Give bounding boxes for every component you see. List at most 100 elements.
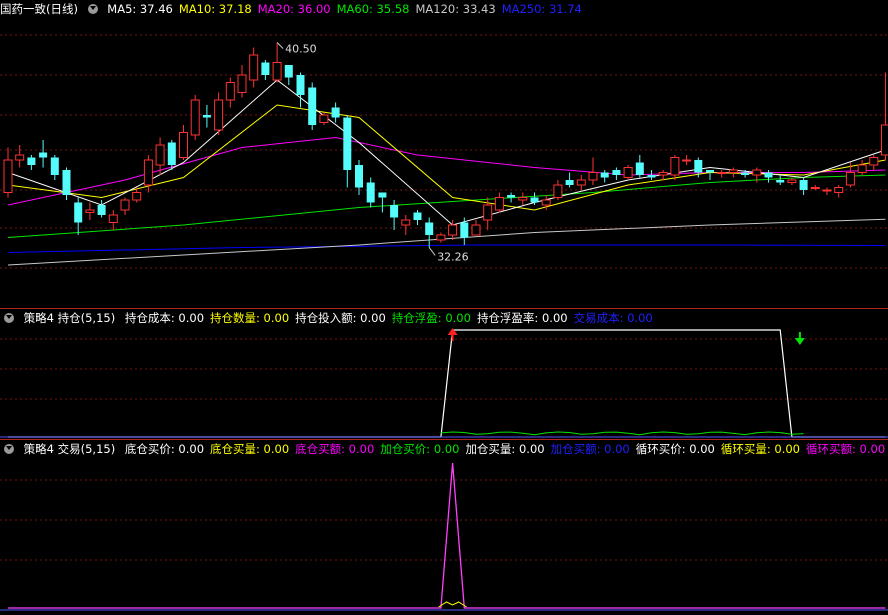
candle [308,82,317,130]
legend-item: 加仓买价: 0.00 [380,442,460,456]
candle [319,112,329,125]
candle-body [810,187,820,189]
candle-body [448,224,458,236]
low-marker [428,247,436,256]
candle-body [787,179,797,183]
candle [647,170,656,180]
candle-body [237,74,247,93]
candle [471,220,481,236]
legend-item: 循环买价: 0.00 [635,442,715,456]
candle-body [284,65,293,78]
candle [658,170,668,180]
candle-body [39,152,48,158]
candle-body [600,172,609,178]
candle [15,145,25,168]
main-price-panel[interactable]: 国药一致(日线) MA5: 37.46 MA10: 37.18 MA20: 36.0… [0,0,888,308]
candle [214,92,224,135]
candle-body [471,224,481,236]
candle-body [214,99,224,131]
candle-body [764,172,773,178]
candle [425,217,434,248]
candle [869,155,879,170]
candle-body [647,175,656,178]
candle-body [225,82,235,101]
candle [600,170,609,183]
position-chart[interactable] [0,309,888,439]
candle-body [494,197,504,211]
trade-legend: 底仓买价: 0.00 底仓买量: 0.00 底仓买额: 0.00 加仓买价: 0.00… [125,442,888,456]
panel-settings-icon[interactable] [87,4,98,14]
legend-item: MA20: 36.00 [257,2,331,16]
candle [27,155,36,170]
candle-body [331,107,340,118]
legend-item: 底仓买额: 0.00 [295,442,375,456]
candle-body [635,162,644,175]
candle [623,165,633,180]
candle-body [143,159,153,186]
candle-body [507,195,516,198]
legend-item: 底仓买价: 0.00 [124,442,205,456]
panel-settings-icon[interactable] [4,313,14,323]
candle [401,215,411,235]
candle [366,177,375,208]
legend-item: MA250: 31.74 [501,2,582,16]
candle [576,175,586,190]
candle-body [670,157,680,176]
candle [588,157,598,185]
candle-body [155,144,165,166]
candle [390,200,399,230]
candle-body [857,164,867,173]
main-title: 国药一致(日线) [0,2,78,16]
trade-title: 策略4 交易(5,15) [23,442,116,456]
candle-body [85,209,95,213]
candle-body [296,75,305,95]
candle [436,232,446,243]
candle-body [97,205,106,215]
candle-body [565,180,574,185]
candle [565,172,574,188]
legend-item: 持仓投入额: 0.00 [295,311,386,325]
candle-body [799,180,808,190]
candle [706,170,714,180]
candle-body [752,169,762,176]
candle-body [261,62,270,75]
candle-body [355,165,363,188]
candle-body [62,170,71,195]
candle [249,47,259,88]
candle-body [308,87,317,125]
trade-spike-line [8,462,886,609]
trade-chart[interactable] [0,440,888,615]
candle-body [413,212,422,220]
high-price-label: 40.50 [285,43,317,56]
candle-body [741,172,750,175]
trade-panel[interactable]: 策略4 交易(5,15) 底仓买价: 0.00 底仓买量: 0.00 底仓买额: 0… [0,440,888,615]
position-panel[interactable]: 策略4 持仓(5,15) 持仓成本: 0.00 持仓数量: 0.00 持仓投入额: … [0,309,888,439]
candle [612,167,621,180]
candle-body [343,117,352,170]
legend-item: MA10: 37.18 [178,2,252,16]
legend-item: 循环买额: 0.00 [806,442,886,456]
position-panel-header: 策略4 持仓(5,15) 持仓成本: 0.00 持仓数量: 0.00 持仓投入额: … [0,309,888,327]
panel-settings-icon[interactable] [4,444,14,454]
candle-body [401,219,411,226]
candle [261,60,270,80]
legend-item: MA5: 37.46 [107,2,173,16]
candle-body [179,132,188,158]
candle-body [776,180,785,183]
high-marker [276,42,284,49]
candlestick-chart[interactable]: 40.50 32.26 [0,0,888,308]
candle-body [108,214,118,223]
candle-body [530,197,539,203]
sell-arrow-icon [794,332,805,345]
candle-body [553,184,563,198]
candle [717,170,727,178]
candle [50,155,59,180]
candle [331,102,340,123]
candle [413,210,422,225]
legend-item: 加仓买量: 0.00 [465,442,545,456]
legend-item: MA120: 33.43 [415,2,496,16]
candle [822,187,832,195]
candle-body [518,197,528,201]
candle-body [483,204,493,221]
candle-body [717,172,727,174]
